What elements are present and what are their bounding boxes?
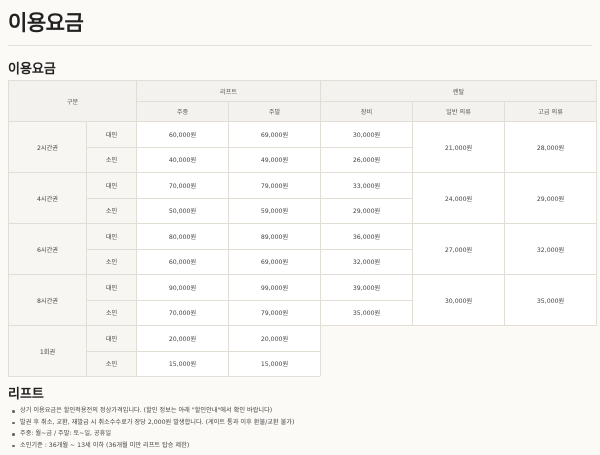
page-title: 이용요금 [8, 11, 84, 35]
age-label: 대인 [85, 121, 138, 148]
price-cell: 15,000원 [228, 350, 322, 377]
price-cell: 69,000원 [228, 248, 322, 275]
price-cell: 35,000원 [504, 274, 598, 326]
price-cell: 30,000원 [412, 274, 506, 326]
price-cell: 30,000원 [320, 121, 414, 148]
price-cell: 50,000원 [136, 197, 230, 224]
age-label: 대인 [85, 172, 138, 199]
age-label: 소인 [85, 299, 138, 326]
price-cell: 26,000원 [320, 146, 414, 173]
price-cell: 99,000원 [228, 274, 322, 301]
title-divider [8, 45, 592, 46]
lift-notes-list: 상기 이용요금은 할인적용전의 정상가격입니다. (할인 정보는 아래 "할인안… [10, 405, 294, 451]
age-label: 대인 [85, 274, 138, 301]
price-cell: 29,000원 [320, 197, 414, 224]
price-cell: 60,000원 [136, 121, 230, 148]
empty-cell [320, 325, 598, 377]
price-cell: 70,000원 [136, 299, 230, 326]
price-cell: 60,000원 [136, 248, 230, 275]
pass-group: 8시간권 [8, 274, 87, 326]
price-cell: 32,000원 [504, 223, 598, 275]
price-table: 구분 리프트 렌탈 주중 주말 장비 일반 의류 고급 의류 2시간권 대인 6… [7, 80, 598, 377]
pass-group: 2시간권 [8, 121, 87, 173]
price-cell: 39,000원 [320, 274, 414, 301]
price-cell: 90,000원 [136, 274, 230, 301]
age-label: 대인 [85, 223, 138, 250]
header-regular-clothing: 일반 의류 [412, 101, 506, 122]
table-row: 2시간권 대인 60,000원 69,000원 30,000원 21,000원 … [8, 121, 598, 173]
table-row: 6시간권 대인 80,000원 89,000원 36,000원 27,000원 … [8, 223, 598, 275]
price-cell: 79,000원 [228, 172, 322, 199]
price-cell: 40,000원 [136, 146, 230, 173]
table-row: 1회권 대인 20,000원 20,000원 [8, 325, 598, 377]
list-item: 발권 후 취소, 교환, 재발급 시 취소수수료가 장당 2,000원 발생합니… [10, 417, 294, 429]
price-cell: 70,000원 [136, 172, 230, 199]
price-section-title: 이용요금 [8, 62, 56, 77]
price-cell: 80,000원 [136, 223, 230, 250]
price-cell: 79,000원 [228, 299, 322, 326]
price-cell: 89,000원 [228, 223, 322, 250]
price-cell: 32,000원 [320, 248, 414, 275]
age-label: 소인 [85, 197, 138, 224]
age-label: 소인 [85, 146, 138, 173]
price-cell: 20,000원 [136, 325, 230, 352]
pass-group: 1회권 [8, 325, 87, 377]
price-page: 이용요금 이용요금 구분 리프트 렌탈 주중 주말 장비 일반 의류 고급 의류 [0, 0, 600, 455]
price-cell: 33,000원 [320, 172, 414, 199]
header-equipment: 장비 [320, 101, 414, 122]
price-cell: 59,000원 [228, 197, 322, 224]
header-rental: 렌탈 [320, 80, 598, 102]
price-cell: 21,000원 [412, 121, 506, 173]
age-label: 대인 [85, 325, 138, 352]
price-cell: 27,000원 [412, 223, 506, 275]
age-label: 소인 [85, 350, 138, 377]
pass-group: 4시간권 [8, 172, 87, 224]
table-row: 4시간권 대인 70,000원 79,000원 33,000원 24,000원 … [8, 172, 598, 224]
price-cell: 36,000원 [320, 223, 414, 250]
header-category: 구분 [7, 80, 138, 122]
table-row: 8시간권 대인 90,000원 99,000원 39,000원 30,000원 … [8, 274, 598, 326]
price-cell: 15,000원 [136, 350, 230, 377]
price-cell: 24,000원 [412, 172, 506, 224]
list-item: 주중: 월~금 / 주말: 토~일, 공휴일 [10, 428, 294, 440]
header-weekend: 주말 [228, 101, 322, 122]
price-cell: 69,000원 [228, 121, 322, 148]
price-cell: 35,000원 [320, 299, 414, 326]
pass-group: 6시간권 [8, 223, 87, 275]
price-cell: 29,000원 [504, 172, 598, 224]
header-premium-clothing: 고급 의류 [504, 101, 598, 122]
list-item: 소인기준 : 36개월 ~ 13세 이하 (36개월 미만 리프트 탑승 제한) [10, 440, 294, 452]
price-cell: 49,000원 [228, 146, 322, 173]
header-lift: 리프트 [136, 80, 322, 102]
price-cell: 28,000원 [504, 121, 598, 173]
list-item: 상기 이용요금은 할인적용전의 정상가격입니다. (할인 정보는 아래 "할인안… [10, 405, 294, 417]
header-weekday: 주중 [136, 101, 230, 122]
lift-section-title: 리프트 [8, 387, 44, 402]
age-label: 소인 [85, 248, 138, 275]
price-cell: 20,000원 [228, 325, 322, 352]
